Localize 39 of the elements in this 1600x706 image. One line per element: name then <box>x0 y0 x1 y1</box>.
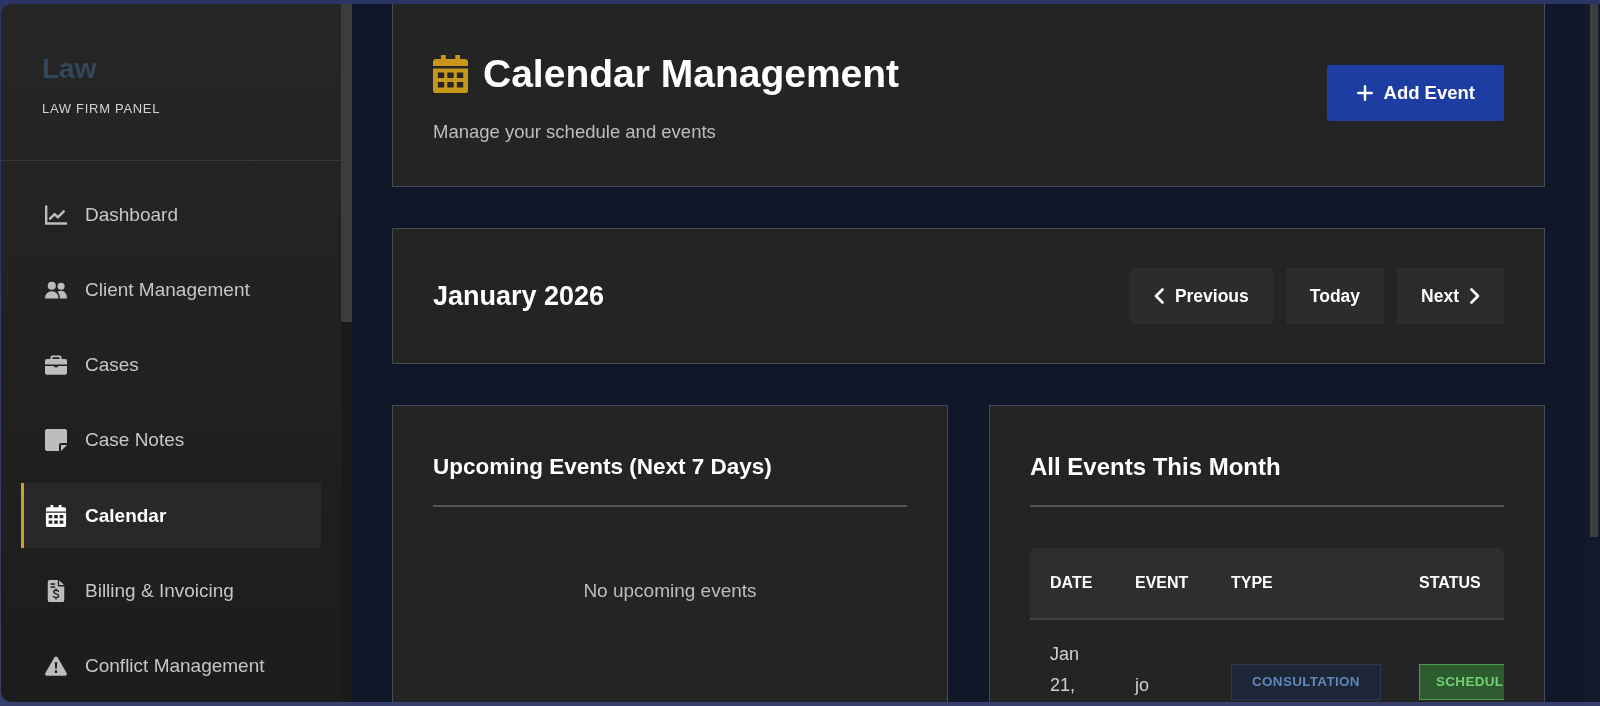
nav-item[interactable]: Calendar <box>21 483 321 549</box>
chevron-right-icon <box>1470 288 1480 304</box>
nav-item[interactable]: Client Management <box>21 257 321 323</box>
invoice-icon <box>45 580 67 602</box>
month-title: January 2026 <box>433 280 605 312</box>
add-event-button[interactable]: Add Event <box>1326 65 1504 121</box>
nav-item[interactable]: Billing & Invoicing <box>21 558 321 624</box>
page-title: Calendar Management <box>483 54 900 94</box>
nav-item[interactable]: Cases <box>21 332 321 398</box>
nav-item[interactable]: Conflict Management <box>21 633 321 699</box>
month-nav-button[interactable]: Next <box>1397 268 1504 324</box>
page-subtitle: Manage your schedule and events <box>433 121 716 143</box>
sticky-note-icon <box>45 429 67 452</box>
table-cell-text: Jan 21, <box>1050 643 1081 697</box>
empty-message: No upcoming events <box>583 579 757 603</box>
column-header: DATE <box>1050 574 1093 591</box>
briefcase-icon <box>45 354 67 377</box>
card-title: Upcoming Events (Next 7 Days) <box>433 453 772 481</box>
sidebar-subtitle: LAW FIRM PANEL <box>42 101 161 117</box>
card-title: All Events This Month <box>1030 453 1281 481</box>
plus-icon <box>1356 85 1373 101</box>
month-nav-button[interactable]: Today <box>1285 268 1385 324</box>
scrollbar-thumb[interactable] <box>341 4 352 322</box>
sidebar-scrollbar[interactable] <box>341 4 352 702</box>
month-nav-button[interactable]: Previous <box>1129 268 1273 324</box>
line-chart-icon <box>45 203 67 226</box>
type-badge: CONSULTATION <box>1231 664 1381 700</box>
nav-item[interactable]: Case Notes <box>21 407 321 473</box>
warning-icon <box>45 655 67 678</box>
column-header: EVENT <box>1135 574 1189 591</box>
table-cell-text: jo <box>1135 673 1149 697</box>
column-header: STATUS <box>1419 574 1481 591</box>
nav-item[interactable]: Dashboard <box>21 182 321 247</box>
calendar-icon <box>433 54 468 94</box>
scrollbar-thumb[interactable] <box>1590 4 1598 537</box>
column-header: TYPE <box>1231 574 1273 591</box>
status-badge: SCHEDUL <box>1419 664 1504 700</box>
chevron-left-icon <box>1153 288 1164 304</box>
calendar-icon <box>45 504 67 527</box>
